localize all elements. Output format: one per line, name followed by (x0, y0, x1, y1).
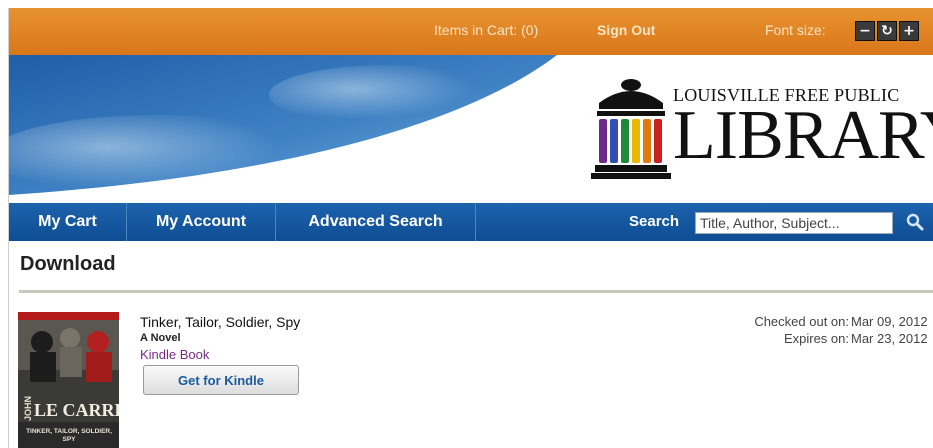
heading-divider (19, 290, 933, 293)
font-size-label: Font size: (765, 22, 826, 38)
loan-dates: Checked out on: Mar 09, 2012 Expires on:… (673, 314, 933, 348)
library-logo-icon (591, 79, 671, 179)
book-cover-image[interactable]: JOHN LE CARRÉ TINKER, TAILOR, SOLDIER, S… (18, 312, 119, 448)
logo-column-stripe (632, 119, 640, 163)
page-frame: Items in Cart: (0) Sign Out Font size: −… (8, 8, 933, 448)
cover-author-last: LE CARRÉ (34, 400, 119, 420)
font-reset-button[interactable]: ↻ (877, 21, 897, 41)
logo-line-2: LIBRARY (673, 97, 933, 174)
expires-label: Expires on: (783, 331, 849, 346)
logo-column-stripe (610, 119, 618, 163)
search-label: Search (629, 213, 680, 230)
search-icon[interactable] (905, 212, 925, 232)
cover-author-first: JOHN (23, 396, 33, 422)
header-banner: LOUISVILLE FREE PUBLIC LIBRARY (9, 55, 933, 203)
checked-out-label: Checked out on: (754, 314, 849, 329)
nav-my-cart[interactable]: My Cart (9, 203, 127, 241)
logo-column-stripe (654, 119, 662, 163)
font-increase-button[interactable]: + (899, 21, 919, 41)
book-subtitle: A Novel (140, 332, 181, 344)
logo-column-stripe (621, 119, 629, 163)
font-decrease-button[interactable]: − (855, 21, 875, 41)
cover-title: TINKER, TAILOR, SOLDIER, SPY (26, 428, 112, 443)
cart-link[interactable]: Items in Cart: (0) (434, 22, 538, 38)
expires-value: Mar 23, 2012 (851, 331, 928, 346)
book-format-link[interactable]: Kindle Book (140, 347, 209, 362)
top-bar: Items in Cart: (0) Sign Out Font size: −… (9, 8, 933, 55)
main-nav: My Cart My Account Advanced Search Searc… (9, 203, 933, 241)
nav-advanced-search[interactable]: Advanced Search (276, 203, 476, 241)
get-for-kindle-button[interactable]: Get for Kindle (143, 365, 299, 395)
checked-out-value: Mar 09, 2012 (851, 314, 928, 329)
search-input[interactable] (695, 212, 893, 234)
page-title: Download (20, 253, 116, 275)
logo-column-stripe (643, 119, 651, 163)
book-title[interactable]: Tinker, Tailor, Soldier, Spy (140, 314, 300, 330)
logo-column-stripe (599, 119, 607, 163)
nav-my-account[interactable]: My Account (127, 203, 276, 241)
sign-out-link[interactable]: Sign Out (597, 22, 655, 38)
